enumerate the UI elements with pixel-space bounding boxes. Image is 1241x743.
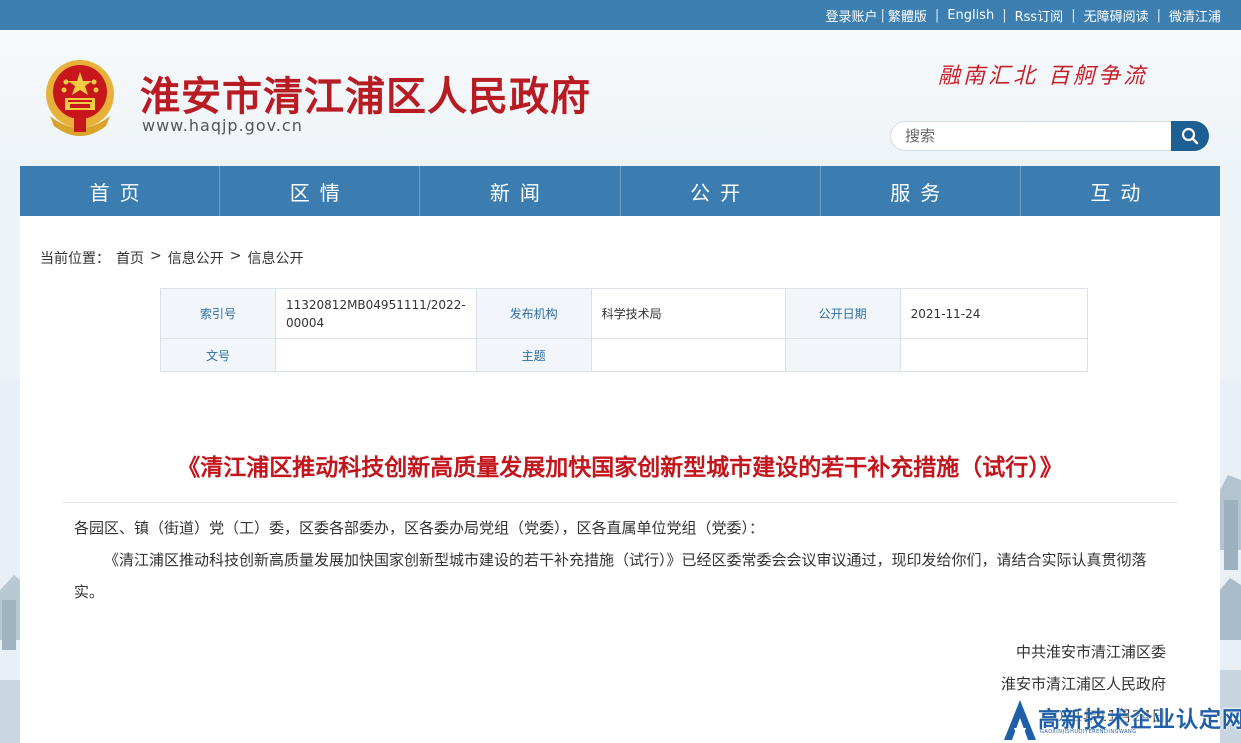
accessibility-link[interactable]: 无障碍阅读	[1084, 6, 1149, 25]
login-link[interactable]: 登录账户	[825, 6, 877, 25]
site-url: www.haqjp.gov.cn	[142, 116, 303, 135]
docno-value	[275, 338, 477, 372]
separator: |	[880, 7, 885, 23]
document-meta-table: 索引号 11320812MB04951111/2022-00004 发布机构 科…	[160, 288, 1089, 372]
decorative-scenery-right	[1220, 380, 1241, 743]
docno-label: 文号	[160, 338, 276, 372]
watermark-logo-icon	[1004, 700, 1036, 740]
nav-item-interaction[interactable]: 互动	[1021, 166, 1220, 216]
breadcrumb-info-disclosure[interactable]: 信息公开	[168, 248, 224, 268]
nav-item-disclosure[interactable]: 公开	[621, 166, 821, 216]
breadcrumb-home[interactable]: 首页	[116, 248, 144, 268]
content-panel: 当前位置： 首页 > 信息公开 > 信息公开 索引号 11320812MB049…	[20, 216, 1220, 743]
separator: |	[1156, 7, 1161, 23]
document-title: 《清江浦区推动科技创新高质量发展加快国家创新型城市建设的若干补充措施（试行）》	[177, 455, 1063, 481]
top-utility-bar: 登录账户 | 繁體版 | English | Rss订阅 | 无障碍阅读 | 微…	[0, 0, 1241, 30]
index-label: 索引号	[160, 288, 276, 339]
body-paragraph: 《清江浦区推动科技创新高质量发展加快国家创新型城市建设的若干补充措施（试行）》已…	[74, 551, 1147, 601]
empty-value	[899, 338, 1089, 372]
date-label: 公开日期	[784, 288, 901, 339]
table-row: 文号 主题	[160, 338, 1089, 372]
search-icon	[1181, 127, 1199, 145]
salutation: 各园区、镇（街道）党（工）委，区委各部委办，区各委办局党组（党委），区各直属单位…	[74, 519, 765, 537]
signer-party-committee: 中共淮安市清江浦区委	[1015, 643, 1166, 661]
separator: |	[1071, 7, 1076, 23]
subject-value	[590, 338, 786, 372]
watermark-subtext: GAOXINJISHUQIYERENDINGWANG	[1040, 729, 1137, 735]
wechat-link[interactable]: 微清江浦	[1169, 6, 1221, 25]
date-value: 2021-11-24	[899, 288, 1089, 339]
nav-item-district-info[interactable]: 区情	[220, 166, 421, 216]
breadcrumb-separator: >	[150, 248, 162, 264]
traditional-chinese-link[interactable]: 繁體版	[888, 6, 927, 25]
rss-link[interactable]: Rss订阅	[1015, 6, 1064, 25]
index-value: 11320812MB04951111/2022-00004	[275, 288, 477, 339]
site-title[interactable]: 淮安市清江浦区人民政府	[140, 64, 591, 122]
national-emblem-icon[interactable]	[40, 56, 120, 138]
empty-label	[784, 338, 901, 372]
publisher-value: 科学技术局	[590, 288, 786, 339]
breadcrumb-info-disclosure-current[interactable]: 信息公开	[247, 248, 303, 268]
watermark: 高新技术企业认定网 GAOXINJISHUQIYERENDINGWANG	[1000, 696, 1241, 743]
separator: |	[934, 7, 940, 23]
site-header: 淮安市清江浦区人民政府 www.haqjp.gov.cn 融南汇北 百舸争流	[0, 30, 1241, 166]
main-nav: 首页 区情 新闻 公开 服务 互动	[20, 166, 1220, 216]
english-link[interactable]: English	[947, 8, 994, 23]
table-row: 索引号 11320812MB04951111/2022-00004 发布机构 科…	[160, 288, 1089, 339]
search-button[interactable]	[1171, 121, 1209, 151]
search-input[interactable]	[890, 121, 1174, 151]
divider	[62, 502, 1178, 503]
nav-item-services[interactable]: 服务	[821, 166, 1021, 216]
nav-item-home[interactable]: 首页	[20, 166, 221, 216]
subject-label: 主题	[475, 338, 592, 372]
breadcrumb-separator: >	[229, 248, 242, 264]
search-box	[890, 121, 1210, 151]
breadcrumb: 当前位置： 首页 > 信息公开 > 信息公开	[40, 248, 303, 268]
document-body: 各园区、镇（街道）党（工）委，区委各部委办，区各委办局党组（党委），区各直属单位…	[74, 512, 1166, 608]
separator: |	[1002, 7, 1007, 23]
breadcrumb-prefix: 当前位置：	[40, 251, 110, 267]
publisher-label: 发布机构	[475, 288, 592, 339]
nav-item-news[interactable]: 新闻	[420, 166, 621, 216]
decorative-scenery-left	[0, 380, 20, 743]
utility-links: 登录账户 | 繁體版 | English | Rss订阅 | 无障碍阅读 | 微…	[825, 0, 1221, 30]
slogan: 融南汇北 百舸争流	[938, 64, 1148, 89]
